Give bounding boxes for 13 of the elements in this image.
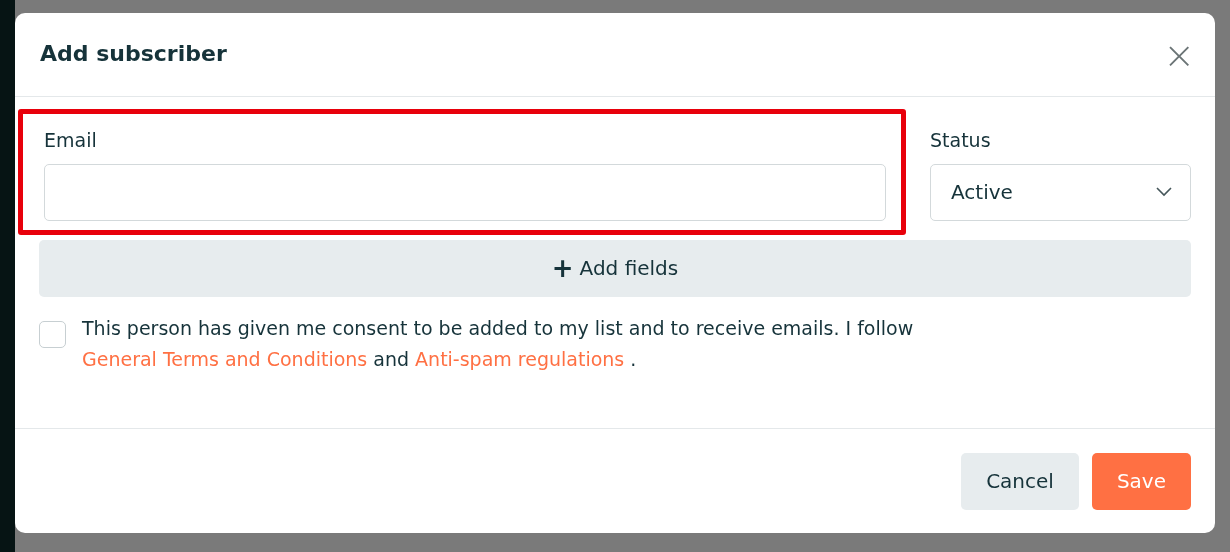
cancel-button[interactable]: Cancel: [961, 452, 1079, 510]
regulations-link[interactable]: Anti-spam regulations: [415, 347, 625, 370]
field-label: Status: [930, 128, 991, 153]
status-dropdown[interactable]: Active: [930, 163, 1191, 221]
save-button[interactable]: Save: [1091, 452, 1191, 510]
terms-link[interactable]: General Terms and Conditions: [82, 347, 368, 370]
email-field[interactable]: [44, 163, 886, 221]
close-button[interactable]: ×: [1157, 35, 1201, 74]
chevron-down-icon: [1156, 187, 1172, 197]
consent-checkbox[interactable]: [39, 320, 66, 348]
consent-text: This person has given me consent to be added to my list and to receive emails. I follow General Terms and Conditions and Anti-spam regulations .: [82, 315, 915, 372]
field-label: Email: [44, 128, 97, 153]
dialog-title: Add subscriber: [40, 41, 227, 68]
